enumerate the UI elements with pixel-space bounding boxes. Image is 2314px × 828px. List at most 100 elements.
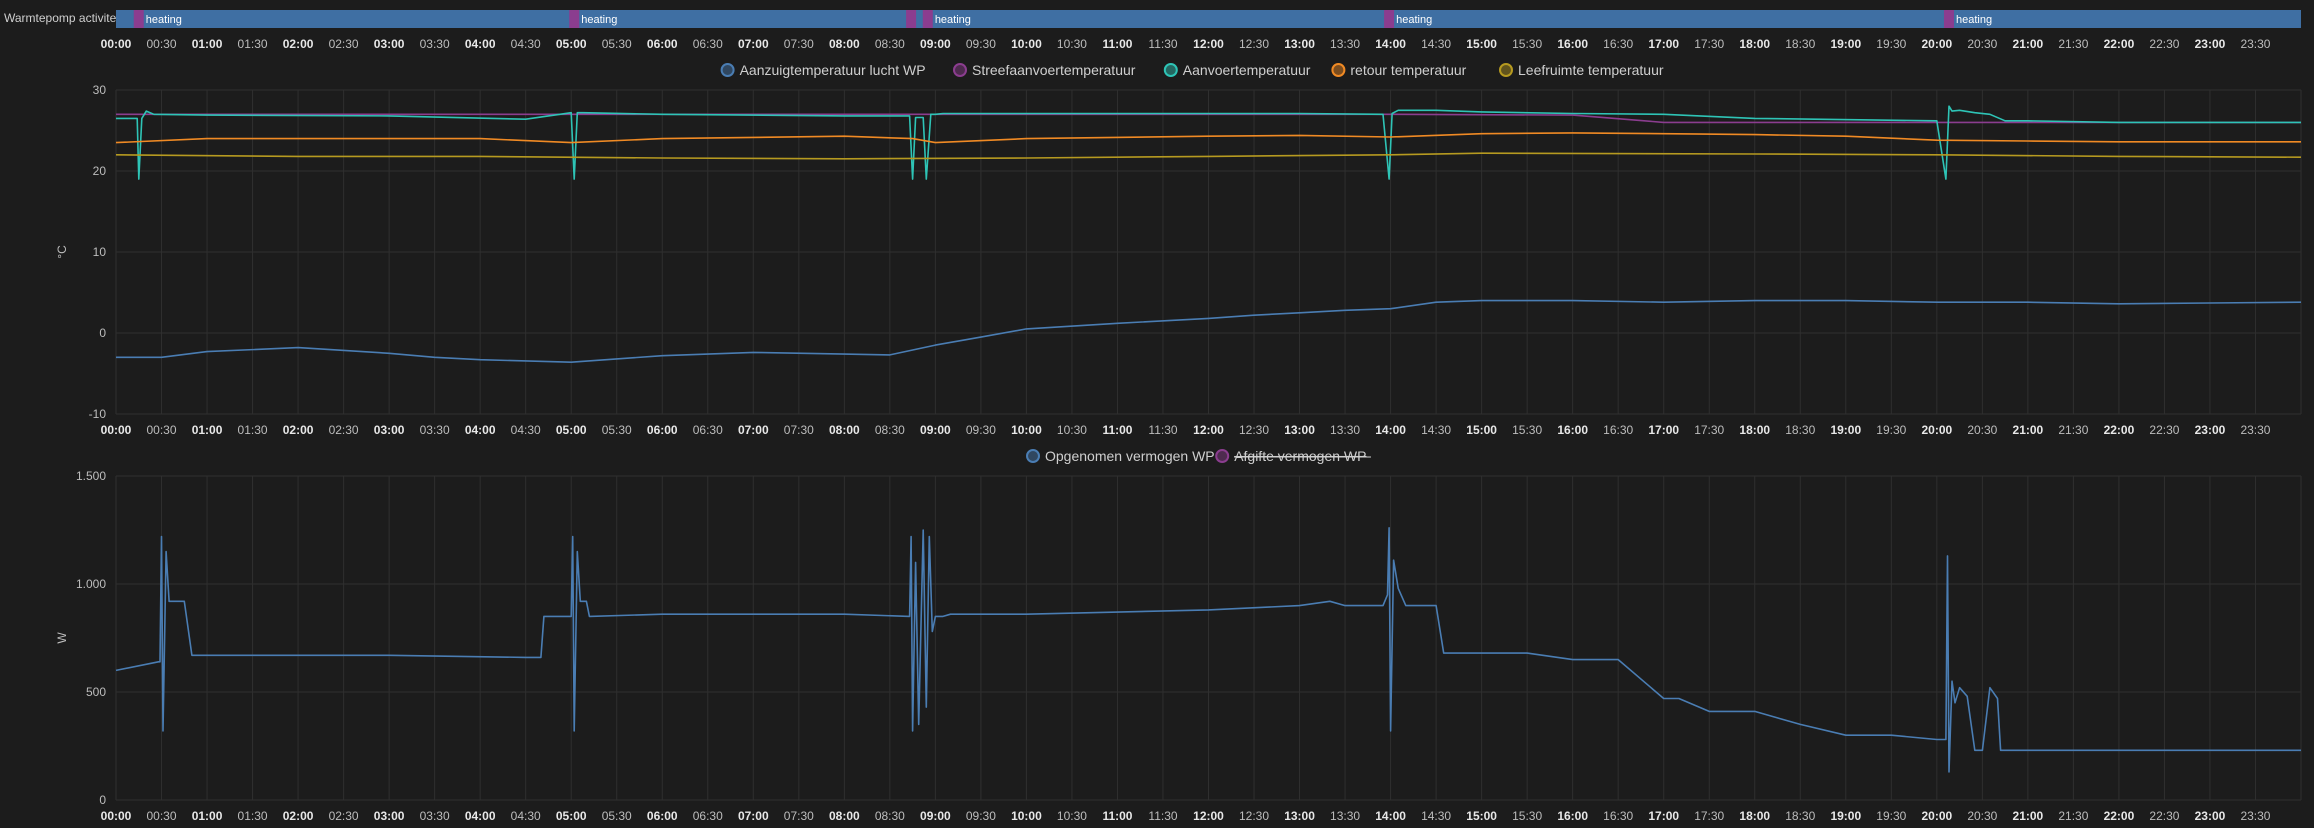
- timeline-time-tick: 23:30: [2240, 37, 2270, 51]
- timeline-time-tick: 04:30: [511, 37, 541, 51]
- x-tick-label: 03:30: [420, 423, 450, 437]
- x-tick-label: 11:00: [1102, 809, 1132, 823]
- x-tick-label: 22:30: [2149, 809, 2179, 823]
- timeline-time-tick: 10:00: [1011, 37, 1042, 51]
- x-tick-label: 16:30: [1603, 423, 1633, 437]
- x-tick-label: 19:30: [1876, 809, 1906, 823]
- x-tick-label: 08:00: [829, 423, 860, 437]
- timeline-time-tick: 00:30: [147, 37, 177, 51]
- x-tick-label: 14:00: [1375, 809, 1406, 823]
- timeline-segment-1[interactable]: [141, 10, 572, 28]
- x-tick-label: 11:00: [1102, 423, 1132, 437]
- legend-swatch[interactable]: [720, 63, 735, 77]
- legend-swatch[interactable]: [1026, 449, 1040, 463]
- x-tick-label: 14:00: [1375, 423, 1406, 437]
- legend-swatch[interactable]: [1215, 449, 1230, 463]
- legend-label[interactable]: retour temperatuur: [1350, 62, 1466, 78]
- timeline-segment-label: heating: [146, 14, 182, 26]
- timeline-time-tick: 19:30: [1876, 37, 1906, 51]
- legend-swatch[interactable]: [1499, 63, 1513, 77]
- x-tick-label: 01:30: [238, 809, 268, 823]
- x-tick-label: 17:00: [1648, 423, 1679, 437]
- x-tick-label: 10:30: [1057, 809, 1087, 823]
- x-tick-label: 20:00: [1921, 809, 1952, 823]
- legend-label[interactable]: Afgifte vermogen WP: [1234, 448, 1366, 464]
- x-tick-label: 09:00: [920, 423, 951, 437]
- timeline-time-tick: 20:00: [1921, 37, 1952, 51]
- legend-label[interactable]: Leefruimte temperatuur: [1518, 62, 1664, 78]
- x-tick-label: 02:00: [283, 809, 314, 823]
- timeline-time-tick: 04:00: [465, 37, 496, 51]
- x-tick-label: 12:00: [1193, 809, 1224, 823]
- timeline-segment-2[interactable]: [577, 10, 910, 28]
- x-tick-label: 17:30: [1694, 423, 1724, 437]
- timeline-time-tick: 18:30: [1785, 37, 1815, 51]
- x-tick-label: 10:00: [1011, 423, 1042, 437]
- legend-label[interactable]: Aanzuigtemperatuur lucht WP: [740, 62, 926, 78]
- x-tick-label: 04:30: [511, 809, 541, 823]
- timeline-time-tick: 15:00: [1466, 37, 1497, 51]
- timeline-marker[interactable]: [906, 10, 917, 28]
- x-tick-label: 01:30: [238, 423, 268, 437]
- timeline-time-tick: 01:30: [238, 37, 268, 51]
- legend-swatch[interactable]: [953, 63, 967, 77]
- temperature-chart: -10 0 10 20 30 °C 00:00 00:30 01:00 01:30 02:00 02:…: [55, 62, 2302, 437]
- legend-swatch[interactable]: [1163, 63, 1178, 77]
- x-tick-label: 05:30: [602, 423, 632, 437]
- x-tick-label: 07:30: [784, 423, 814, 437]
- y-axis-label: °C: [55, 245, 69, 259]
- timeline-time-tick: 15:30: [1512, 37, 1542, 51]
- timeline-time-tick: 18:00: [1739, 37, 1770, 51]
- legend-swatch[interactable]: [1331, 63, 1346, 77]
- x-tick-label: 14:30: [1421, 423, 1451, 437]
- timeline-time-tick: 16:30: [1603, 37, 1633, 51]
- timeline-marker[interactable]: [922, 10, 933, 28]
- x-tick-label: 01:00: [192, 809, 223, 823]
- timeline-time-tick: 11:00: [1102, 37, 1132, 51]
- timeline-marker[interactable]: [1943, 10, 1954, 28]
- timeline-time-tick: 17:30: [1694, 37, 1724, 51]
- y-tick-label: 20: [93, 164, 107, 178]
- x-tick-label: 21:00: [2013, 809, 2044, 823]
- x-tick-label: 13:00: [1284, 809, 1315, 823]
- x-tick-label: 16:00: [1557, 809, 1588, 823]
- x-tick-label: 09:00: [920, 809, 951, 823]
- timeline-time-tick: 12:30: [1239, 37, 1269, 51]
- x-tick-label: 06:30: [693, 423, 723, 437]
- legend-label[interactable]: Aanvoertemperatuur: [1183, 62, 1311, 78]
- x-tick-label: 10:00: [1011, 809, 1042, 823]
- x-tick-label: 02:30: [329, 809, 359, 823]
- x-tick-label: 18:30: [1785, 809, 1815, 823]
- timeline-marker[interactable]: [133, 10, 144, 28]
- timeline-time-tick: 01:00: [192, 37, 223, 51]
- x-tick-label: 17:30: [1694, 809, 1724, 823]
- x-tick-label: 05:00: [556, 423, 587, 437]
- timeline-time-tick: 02:30: [329, 37, 359, 51]
- timeline-segment-5[interactable]: [1392, 10, 1948, 28]
- timeline-marker[interactable]: [1384, 10, 1395, 28]
- x-tick-label: 21:00: [2013, 423, 2044, 437]
- timeline-time-tick: 21:30: [2058, 37, 2088, 51]
- y-tick-label: 10: [93, 245, 107, 259]
- legend-label[interactable]: Streefaanvoertemperatuur: [972, 62, 1136, 78]
- timeline-marker[interactable]: [569, 10, 580, 28]
- x-tick-label: 21:30: [2058, 809, 2088, 823]
- x-tick-label: 05:30: [602, 809, 632, 823]
- timeline-segment-4[interactable]: [930, 10, 1388, 28]
- y-axis-label: W: [55, 632, 69, 644]
- timeline-time-tick: 21:00: [2013, 37, 2044, 51]
- y-tick-label: 0: [99, 326, 106, 340]
- timeline-time-tick: 02:00: [283, 37, 314, 51]
- x-tick-label: 23:30: [2240, 809, 2270, 823]
- x-tick-label: 00:00: [101, 423, 132, 437]
- x-tick-label: 23:00: [2195, 809, 2226, 823]
- history-dashboard: Warmtepomp activiteit heating heating heat…: [0, 0, 2314, 828]
- x-tick-label: 03:30: [420, 809, 450, 823]
- timeline-segment-6[interactable]: [1952, 10, 2301, 28]
- x-tick-label: 08:30: [875, 423, 905, 437]
- legend-label[interactable]: Opgenomen vermogen WP: [1045, 448, 1215, 464]
- timeline-time-tick: 16:00: [1557, 37, 1588, 51]
- x-tick-label: 15:00: [1466, 423, 1497, 437]
- timeline-time-tick: 06:00: [647, 37, 678, 51]
- y-tick-label: 1.000: [76, 577, 106, 591]
